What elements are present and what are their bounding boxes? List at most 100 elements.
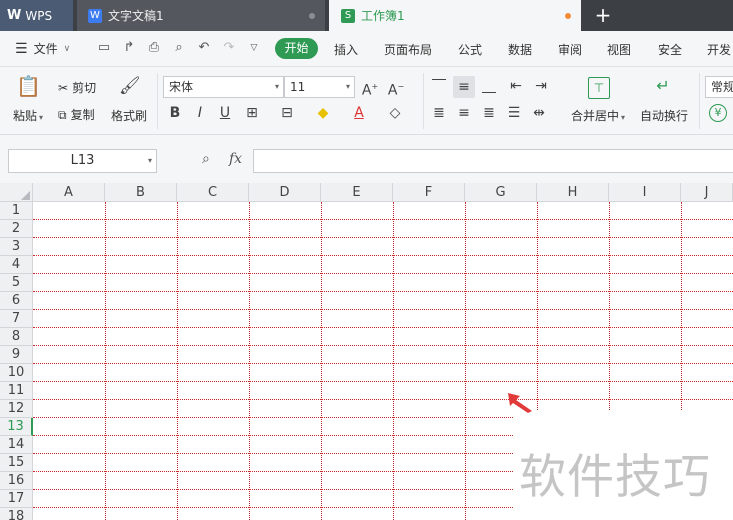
row-header-2[interactable]: 2 <box>0 220 33 238</box>
file-menu[interactable]: ☰ 文件 ∨ <box>15 40 70 57</box>
fx-button[interactable]: fx <box>229 151 242 167</box>
row-header-9[interactable]: 9 <box>0 346 33 364</box>
row-header-14[interactable]: 14 <box>0 436 33 454</box>
row-header-3[interactable]: 3 <box>0 238 33 256</box>
merge-center-label: 合并居中 <box>571 109 620 123</box>
decrease-font-icon[interactable]: A− <box>387 78 405 99</box>
print-preview-icon[interactable]: ⌕ <box>171 40 187 56</box>
align-bottom-icon[interactable]: ⎽ <box>480 77 498 95</box>
grid-row-line <box>33 327 733 328</box>
column-header-f[interactable]: F <box>393 183 465 202</box>
menu-page-layout[interactable]: 页面布局 <box>384 41 432 58</box>
column-header-c[interactable]: C <box>177 183 249 202</box>
cell-style-icon[interactable]: ⊟ <box>278 104 296 122</box>
align-right-icon[interactable]: ≣ <box>480 104 498 122</box>
column-header-h[interactable]: H <box>537 183 609 202</box>
align-left-icon[interactable]: ≣ <box>430 104 448 122</box>
wrap-text-icon[interactable]: ↵ <box>652 77 674 99</box>
underline-icon[interactable]: U <box>216 104 234 122</box>
new-tab-button[interactable]: + <box>593 4 613 26</box>
paste-dropdown-icon: ▾ <box>39 113 44 122</box>
column-header-e[interactable]: E <box>321 183 393 202</box>
select-all-corner[interactable] <box>0 183 33 202</box>
menu-review[interactable]: 审阅 <box>558 41 582 58</box>
menu-security[interactable]: 安全 <box>658 41 682 58</box>
row-header-1[interactable]: 1 <box>0 202 33 220</box>
menu-view[interactable]: 视图 <box>607 41 631 58</box>
column-header-j[interactable]: J <box>681 183 733 202</box>
name-box[interactable]: L13 ▾ <box>8 149 157 173</box>
borders-icon[interactable]: ⊞ <box>243 104 261 122</box>
grid-column-line <box>105 202 106 520</box>
tab-wps-home[interactable]: W WPS <box>0 0 73 31</box>
column-header-g[interactable]: G <box>465 183 537 202</box>
row-header-13[interactable]: 13 <box>0 418 33 436</box>
tab-workbook[interactable]: S 工作簿1 <box>329 0 581 31</box>
row-header-5[interactable]: 5 <box>0 274 33 292</box>
merge-center-icon[interactable]: ⊤ <box>588 77 610 99</box>
row-header-11[interactable]: 11 <box>0 382 33 400</box>
align-middle-icon[interactable]: ≡ <box>453 76 475 98</box>
mouse-pointer-icon <box>508 393 532 413</box>
number-format-select[interactable]: 常规 <box>705 76 733 98</box>
formula-input[interactable] <box>253 149 733 173</box>
row-header-16[interactable]: 16 <box>0 472 33 490</box>
paste-button[interactable]: 粘贴 ▾ <box>13 107 43 124</box>
grid-column-line <box>321 202 322 520</box>
clear-format-icon[interactable]: ◇ <box>386 104 404 122</box>
justify-icon[interactable]: ☰ <box>505 104 523 122</box>
menu-insert[interactable]: 插入 <box>334 41 358 58</box>
increase-indent-icon[interactable]: ⇥ <box>532 77 550 95</box>
grid-row-line <box>33 381 733 382</box>
grid-row-line <box>33 237 733 238</box>
cut-button[interactable]: ✂ 剪切 <box>58 79 96 96</box>
quick-access-more-icon[interactable]: ▽ <box>246 40 262 56</box>
tab-document-label: 文字文稿1 <box>108 9 164 23</box>
hamburger-icon: ☰ <box>15 40 28 57</box>
chevron-down-icon: ∨ <box>63 43 71 54</box>
zoom-search-icon[interactable]: ⌕ <box>202 151 210 167</box>
redo-icon[interactable]: ↷ <box>221 40 237 56</box>
column-header-a[interactable]: A <box>33 183 105 202</box>
export-icon[interactable]: ↱ <box>121 40 137 56</box>
column-header-b[interactable]: B <box>105 183 177 202</box>
decrease-indent-icon[interactable]: ⇤ <box>507 77 525 95</box>
row-header-17[interactable]: 17 <box>0 490 33 508</box>
format-painter-icon[interactable]: 🖌 <box>119 77 141 99</box>
row-header-10[interactable]: 10 <box>0 364 33 382</box>
tab-document[interactable]: W 文字文稿1 <box>77 0 325 31</box>
bold-icon[interactable]: B <box>166 104 184 122</box>
font-name-select[interactable]: 宋体 ▾ <box>163 76 284 98</box>
increase-font-icon[interactable]: A+ <box>361 78 379 99</box>
row-header-12[interactable]: 12 <box>0 400 33 418</box>
merge-center-button[interactable]: 合并居中 ▾ <box>571 107 625 124</box>
row-header-8[interactable]: 8 <box>0 328 33 346</box>
menu-formulas[interactable]: 公式 <box>458 41 482 58</box>
align-center-icon[interactable]: ≡ <box>455 104 473 122</box>
row-header-6[interactable]: 6 <box>0 292 33 310</box>
menu-home[interactable]: 开始 <box>275 38 318 59</box>
copy-button[interactable]: ⧉ 复制 <box>58 106 95 123</box>
copy-label: 复制 <box>70 108 95 122</box>
menu-developer[interactable]: 开发 <box>707 41 731 58</box>
menu-data[interactable]: 数据 <box>508 41 532 58</box>
align-top-icon[interactable]: ⎺ <box>430 77 448 95</box>
print-icon[interactable]: ⎙ <box>146 40 162 56</box>
row-header-4[interactable]: 4 <box>0 256 33 274</box>
currency-icon[interactable]: ¥ <box>709 104 727 122</box>
column-header-i[interactable]: I <box>609 183 681 202</box>
font-color-icon[interactable]: A <box>350 104 368 122</box>
fill-color-icon[interactable]: ◆ <box>314 104 332 122</box>
wrap-text-button[interactable]: 自动换行 <box>640 107 688 124</box>
column-header-d[interactable]: D <box>249 183 321 202</box>
save-icon[interactable]: ▭ <box>96 40 112 56</box>
paste-icon[interactable]: 📋 <box>16 76 41 101</box>
italic-icon[interactable]: I <box>191 104 209 122</box>
font-size-select[interactable]: 11 ▾ <box>284 76 355 98</box>
distribute-icon[interactable]: ⇹ <box>530 104 548 122</box>
row-header-7[interactable]: 7 <box>0 310 33 328</box>
row-header-15[interactable]: 15 <box>0 454 33 472</box>
row-header-18[interactable]: 18 <box>0 508 33 520</box>
undo-icon[interactable]: ↶ <box>196 40 212 56</box>
format-painter-button[interactable]: 格式刷 <box>111 107 147 124</box>
